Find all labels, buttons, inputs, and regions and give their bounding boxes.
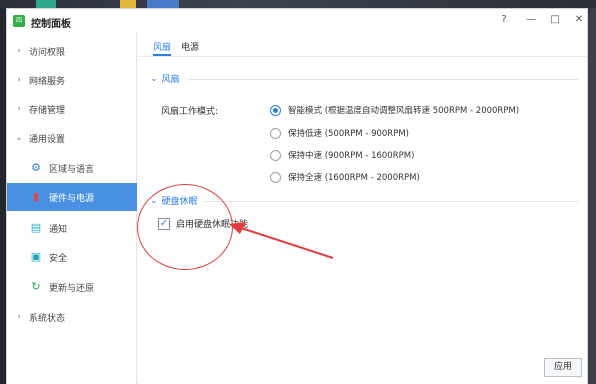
- refresh-icon: ↻: [31, 280, 41, 293]
- sidebar-item-label: 存储管理: [29, 105, 66, 116]
- tab-fan[interactable]: 风扇: [153, 40, 172, 56]
- fan-mode-label: 风扇工作模式:: [161, 107, 219, 117]
- sidebar-item-label: 网络服务: [29, 76, 66, 87]
- sidebar-item-hardware[interactable]: ▮ 硬件与电源: [7, 183, 137, 211]
- section-header-fan[interactable]: ⌄ 风扇: [150, 72, 180, 86]
- radio-button[interactable]: [270, 127, 281, 139]
- radio-low-speed[interactable]: 保持低速 (500RPM - 900RPM): [270, 127, 409, 139]
- section-title: 风扇: [161, 75, 180, 85]
- chevron-down-icon: ⌄: [15, 133, 23, 143]
- help-button[interactable]: ?: [494, 12, 514, 28]
- annotation-ellipse: [137, 184, 233, 270]
- chevron-right-icon: ›: [17, 75, 21, 85]
- chat-icon: ▤: [30, 221, 42, 234]
- sidebar-item-label: 安全: [49, 253, 68, 264]
- radio-full-speed[interactable]: 保持全速 (1600RPM - 2000RPM): [270, 171, 420, 183]
- chevron-right-icon: ›: [17, 312, 21, 322]
- tab-bar: 风扇 电源: [153, 40, 199, 56]
- sidebar-item-label: 更新与还原: [49, 283, 95, 294]
- chevron-down-icon: ⌄: [150, 73, 158, 84]
- radio-button[interactable]: [270, 171, 281, 183]
- radio-button[interactable]: [270, 149, 281, 161]
- radio-mid-speed[interactable]: 保持中速 (900RPM - 1600RPM): [270, 149, 414, 161]
- desktop-icon: [120, 0, 136, 8]
- hardware-power-icon: ▮: [32, 190, 40, 203]
- minimize-button[interactable]: —: [521, 12, 541, 28]
- sidebar: › 访问权限 › 网络服务 › 存储管理 ⌄ 通用设置 ⚙ 区域与语言 ▮ 硬件…: [7, 33, 137, 384]
- divider: [188, 79, 578, 80]
- chevron-right-icon: ›: [17, 46, 21, 56]
- desktop-background: [588, 8, 596, 384]
- sidebar-item-network[interactable]: › 网络服务: [7, 66, 137, 94]
- sidebar-item-label: 通知: [49, 224, 68, 235]
- sidebar-item-security[interactable]: ▣ 安全: [7, 243, 137, 271]
- app-icon: 四: [13, 15, 25, 27]
- maximize-button[interactable]: □: [545, 12, 565, 28]
- sidebar-item-region[interactable]: ⚙ 区域与语言: [7, 154, 137, 182]
- radio-button[interactable]: [270, 104, 281, 116]
- close-button[interactable]: ✕: [569, 12, 589, 28]
- desktop-icon: [36, 0, 56, 8]
- radio-label: 保持全速 (1600RPM - 2000RPM): [288, 173, 420, 183]
- tab-power[interactable]: 电源: [181, 40, 199, 56]
- sidebar-item-label: 区域与语言: [49, 164, 95, 175]
- control-panel-window: 四 控制面板 ? — □ ✕ › 访问权限 › 网络服务 › 存储管理 ⌄ 通用…: [6, 8, 588, 384]
- chevron-right-icon: ›: [17, 104, 21, 114]
- title-bar: 四 控制面板 ? — □ ✕: [7, 9, 587, 33]
- apply-button[interactable]: 应用: [544, 358, 582, 377]
- divider: [138, 56, 587, 57]
- security-icon: ▣: [30, 250, 42, 263]
- sidebar-item-update[interactable]: ↻ 更新与还原: [7, 273, 137, 301]
- radio-label: 保持中速 (900RPM - 1600RPM): [288, 151, 415, 161]
- sidebar-item-label: 硬件与电源: [49, 193, 95, 204]
- window-title: 控制面板: [31, 19, 71, 30]
- sidebar-item-access[interactable]: › 访问权限: [7, 37, 137, 65]
- sidebar-item-label: 访问权限: [29, 47, 66, 58]
- sidebar-item-status[interactable]: › 系统状态: [7, 303, 137, 331]
- radio-label: 智能模式 (根据温度自动调整风扇转速 500RPM - 2000RPM): [288, 106, 520, 116]
- desktop-background: [0, 0, 596, 8]
- desktop-icon: [147, 0, 179, 8]
- sidebar-item-label: 通用设置: [29, 134, 66, 145]
- sidebar-item-general[interactable]: ⌄ 通用设置: [7, 124, 137, 152]
- sidebar-item-notify[interactable]: ▤ 通知: [7, 214, 137, 242]
- radio-label: 保持低速 (500RPM - 900RPM): [288, 129, 409, 139]
- sidebar-item-storage[interactable]: › 存储管理: [7, 95, 137, 123]
- sidebar-item-label: 系统状态: [29, 313, 66, 324]
- divider: [204, 201, 578, 202]
- radio-smart-mode[interactable]: 智能模式 (根据温度自动调整风扇转速 500RPM - 2000RPM): [270, 104, 519, 116]
- gear-icon: ⚙: [31, 161, 41, 174]
